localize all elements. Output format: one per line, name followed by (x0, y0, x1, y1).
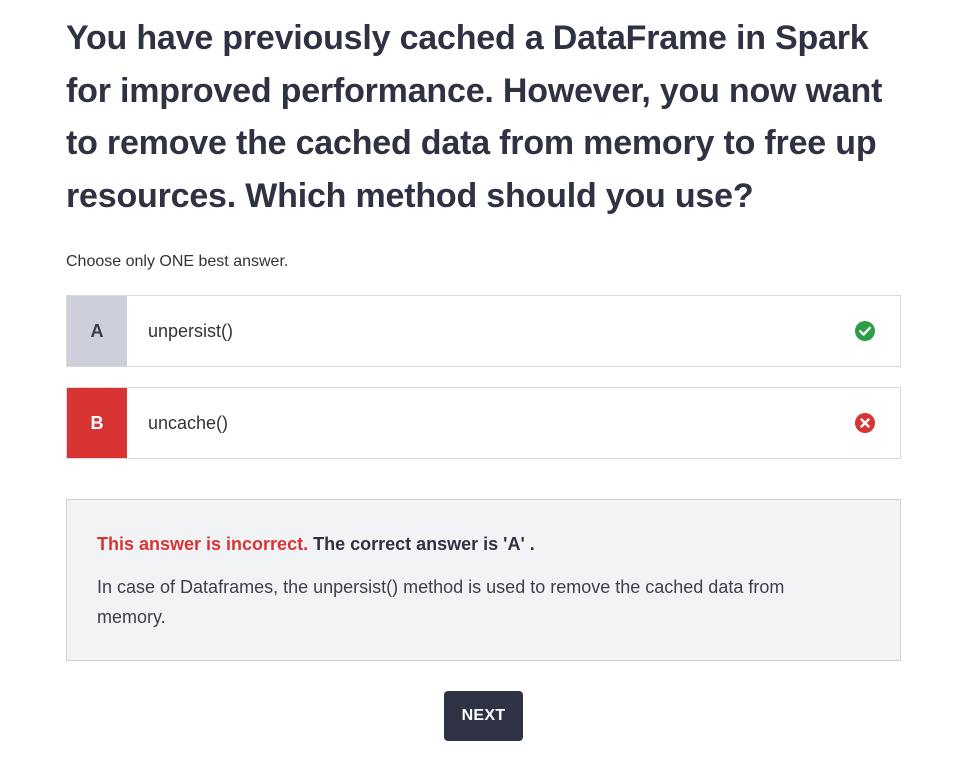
explanation-text: In case of Dataframes, the unpersist() m… (97, 577, 785, 627)
answer-option-b[interactable]: B uncache() (66, 387, 901, 459)
correct-answer-label: The correct answer is 'A' . (313, 534, 535, 554)
next-button[interactable]: NEXT (444, 691, 523, 741)
incorrect-label: This answer is incorrect. (97, 534, 309, 554)
instructions-text: Choose only ONE best answer. (66, 253, 289, 270)
x-circle-icon (855, 413, 875, 433)
question-text: You have previously cached a DataFrame i… (66, 19, 883, 215)
option-text-b: uncache() (148, 412, 229, 433)
option-text-a: unpersist() (148, 320, 234, 341)
option-letter-b: B (67, 388, 127, 458)
check-circle-icon (855, 321, 875, 341)
feedback-title: This answer is incorrect. The correct an… (97, 534, 535, 555)
answer-option-a[interactable]: A unpersist() (66, 295, 901, 367)
feedback-panel: This answer is incorrect. The correct an… (66, 499, 901, 661)
option-letter-a: A (67, 296, 127, 366)
